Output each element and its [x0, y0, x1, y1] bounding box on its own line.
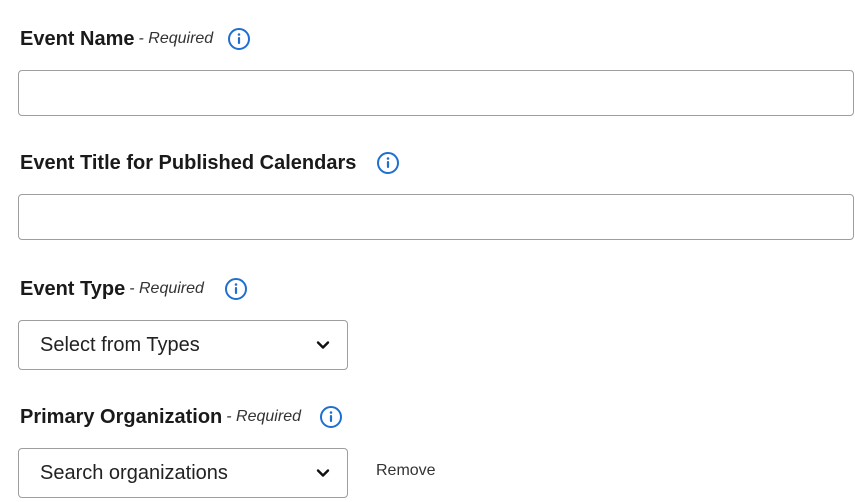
event-type-label: Event Type	[20, 277, 126, 300]
event-type-select[interactable]: Select from Types	[18, 320, 348, 370]
primary-org-label-row: Primary Organization - Required	[20, 402, 343, 432]
primary-org-select[interactable]: Search organizations	[18, 448, 348, 498]
event-title-input[interactable]	[18, 194, 854, 240]
event-type-required: - Required	[129, 280, 204, 297]
event-name-required: - Required	[138, 30, 214, 47]
event-type-selected: Select from Types	[40, 333, 200, 356]
event-form: Event Name - Required Event Title for Pu…	[0, 0, 855, 502]
event-name-input[interactable]	[18, 70, 854, 116]
chevron-down-icon	[315, 465, 331, 481]
event-name-label: Event Name	[20, 27, 135, 50]
primary-org-selected: Search organizations	[40, 461, 228, 484]
event-type-label-row: Event Type - Required	[20, 274, 248, 304]
primary-org-label: Primary Organization	[20, 405, 223, 428]
info-icon[interactable]	[224, 277, 248, 301]
info-icon[interactable]	[319, 405, 343, 429]
event-name-label-row: Event Name - Required	[20, 24, 251, 54]
info-icon[interactable]	[376, 151, 400, 175]
event-title-label: Event Title for Published Calendars	[20, 151, 357, 174]
primary-org-required: - Required	[226, 408, 301, 425]
chevron-down-icon	[315, 337, 331, 353]
remove-link[interactable]: Remove	[376, 462, 436, 480]
info-icon[interactable]	[227, 27, 251, 51]
event-title-label-row: Event Title for Published Calendars	[20, 148, 400, 178]
